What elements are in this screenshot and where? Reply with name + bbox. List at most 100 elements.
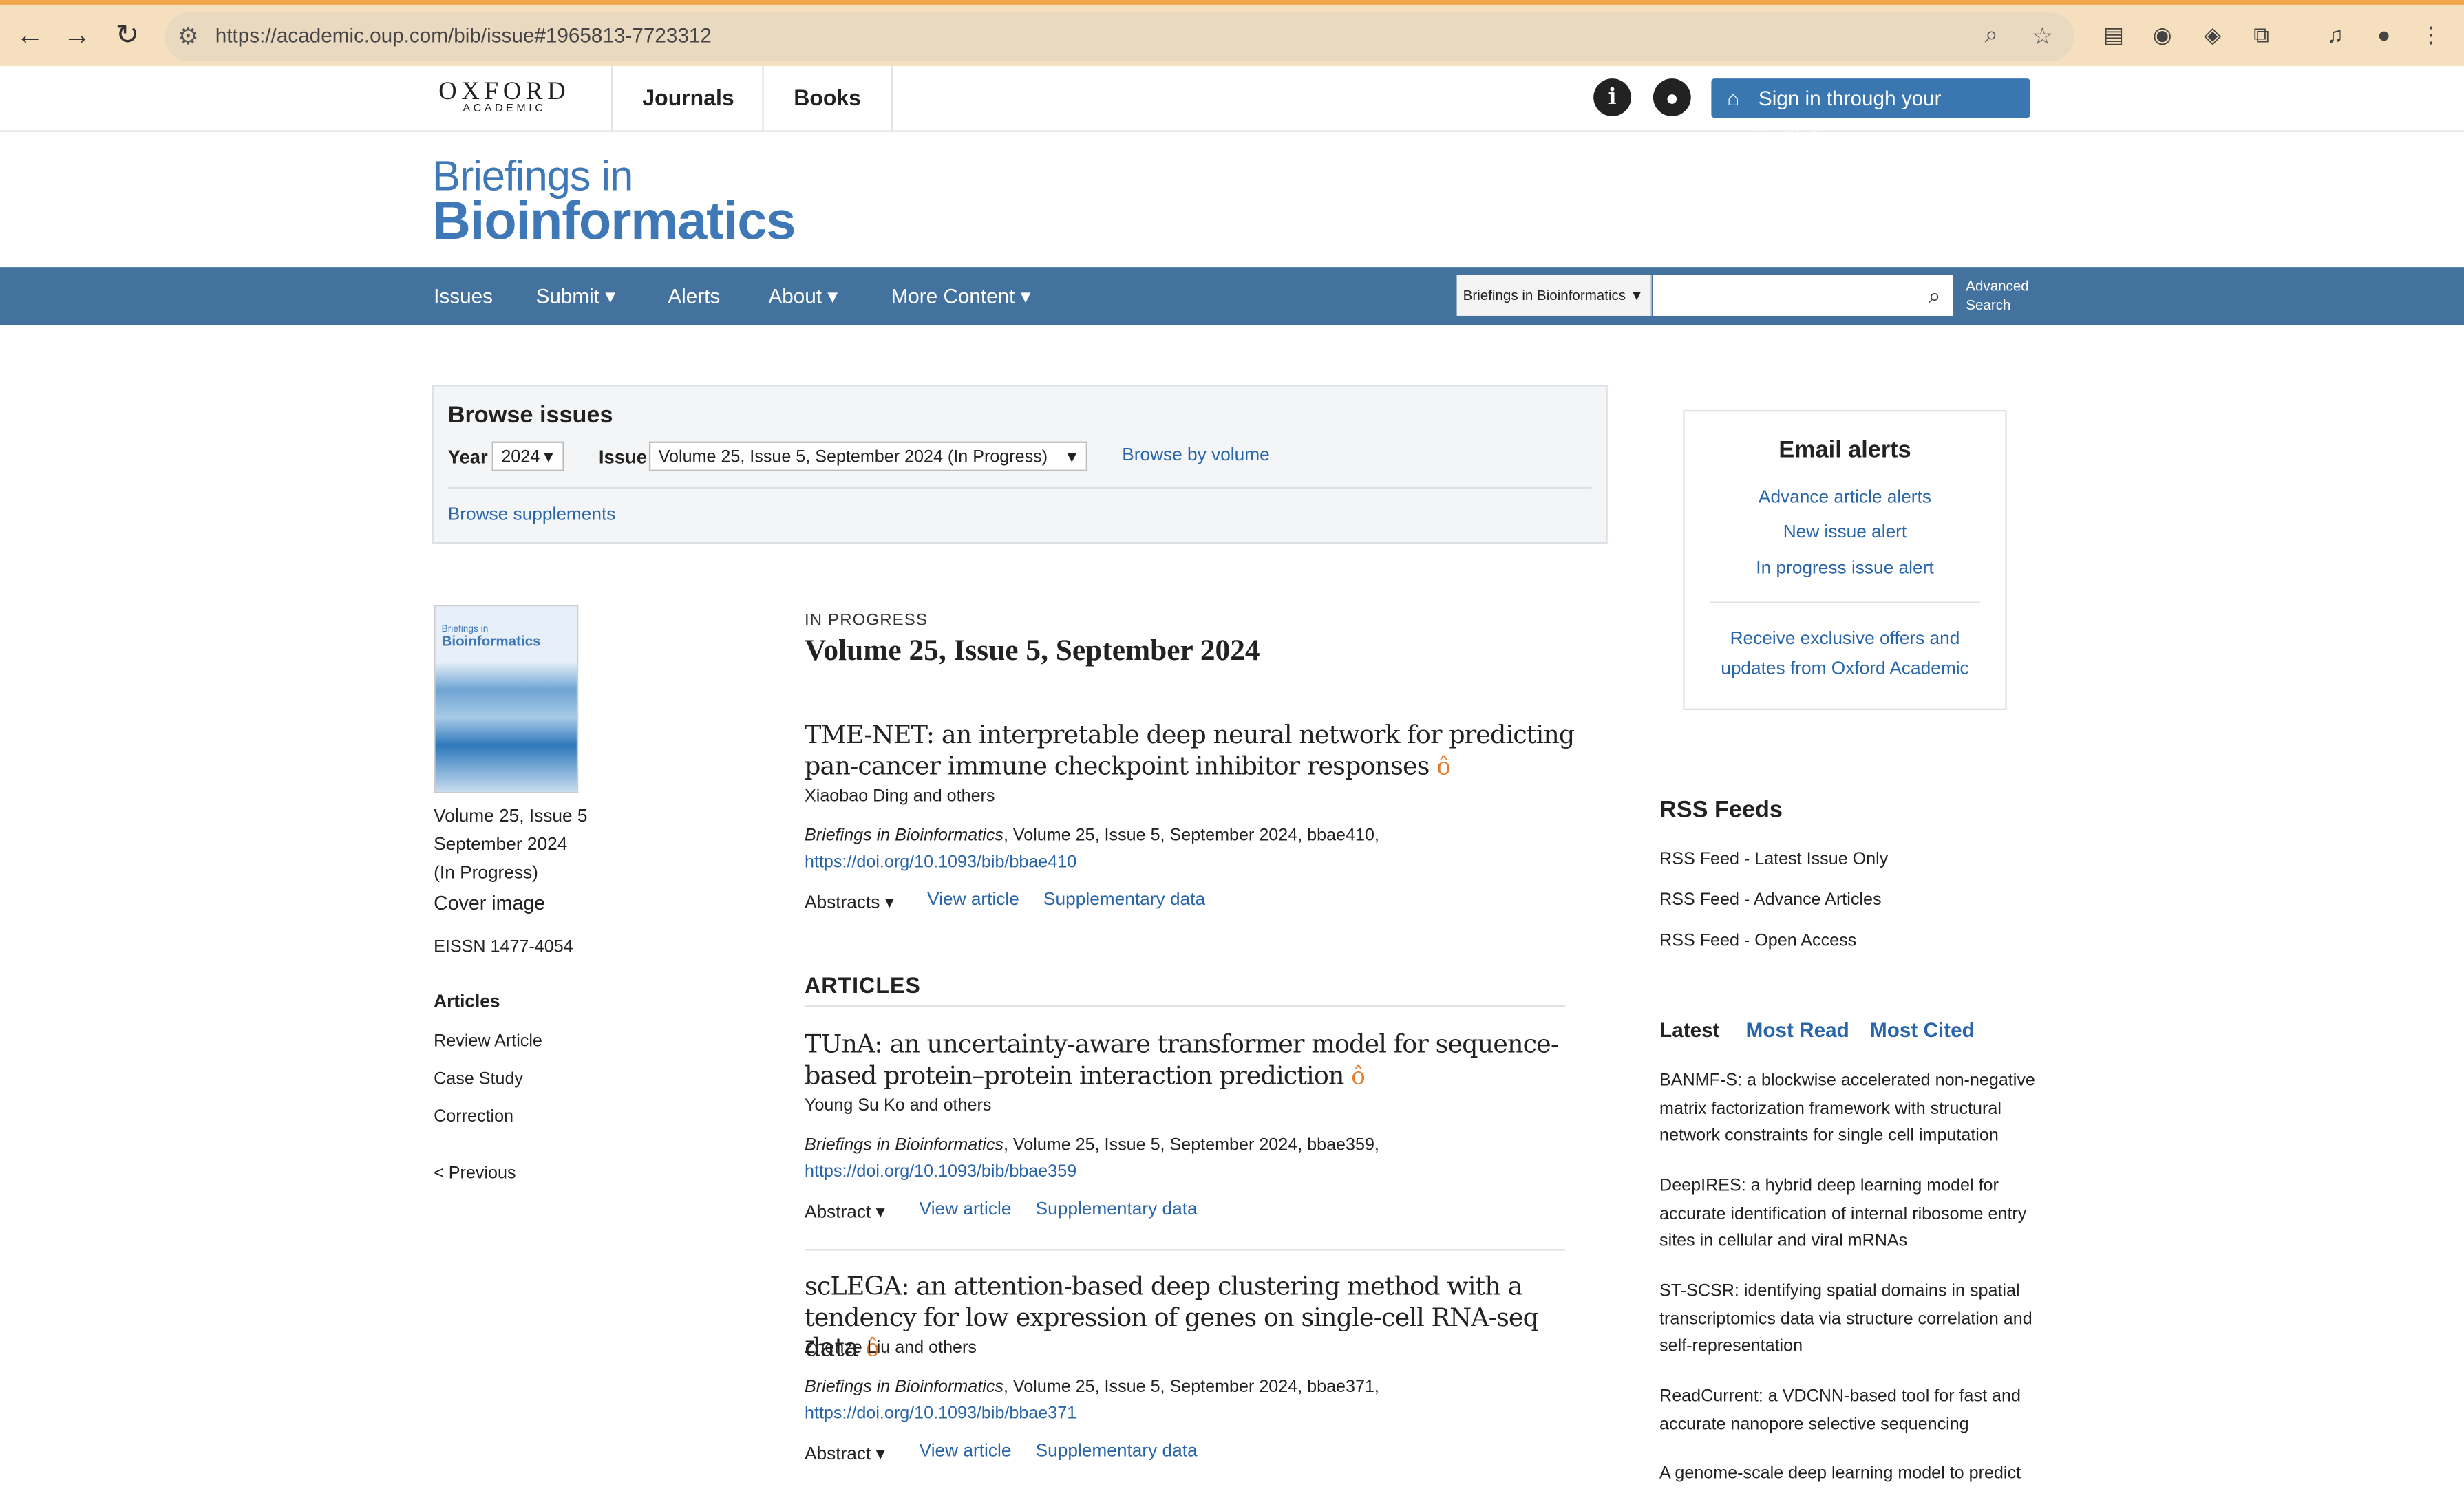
view-article-link[interactable]: View article <box>927 891 1019 910</box>
article-citation: Briefings in Bioinformatics, Volume 25, … <box>805 1133 1379 1186</box>
browse-by-volume-link[interactable]: Browse by volume <box>1122 446 1270 464</box>
article-authors: Xiaobao Ding and others <box>804 786 995 806</box>
previous-issue-link[interactable]: < Previous <box>434 1164 516 1183</box>
info-icon[interactable]: i <box>1593 78 1631 116</box>
dropdown-arrow-icon: ▼ <box>540 449 557 467</box>
latest-article-link[interactable]: A genome-scale deep learning model to pr… <box>1659 1461 2037 1488</box>
tab-latest[interactable]: Latest <box>1659 1018 1719 1042</box>
email-alerts-panel: Email alerts Advance article alerts New … <box>1683 409 2007 711</box>
site-info-icon[interactable]: ⚙ <box>178 22 199 50</box>
tab-journals[interactable]: Journals <box>611 65 763 131</box>
cover-title-big: Bioinformatics <box>441 633 541 649</box>
rss-latest-issue-link[interactable]: RSS Feed - Latest Issue Only <box>1659 850 1888 868</box>
extensions-puzzle-icon[interactable]: ⧉ <box>2247 21 2275 49</box>
year-select[interactable]: 2024 ▼ <box>491 441 564 471</box>
institution-bank-icon: ⌂ <box>1727 86 1740 110</box>
zoom-icon[interactable]: ⌕ <box>1985 22 1998 49</box>
profile-avatar-icon[interactable]: ● <box>2370 21 2398 49</box>
cover-title: Briefings in Bioinformatics <box>442 625 541 651</box>
grammarly-icon[interactable]: ◉ <box>2148 21 2176 49</box>
latest-article-link[interactable]: ReadCurrent: a VDCNN-based tool for fast… <box>1659 1384 2037 1439</box>
forward-arrow-icon[interactable]: → <box>60 17 94 52</box>
article-doi-link[interactable]: https://doi.org/10.1093/bib/bbae359 <box>805 1163 1076 1181</box>
search-scope-select[interactable]: Briefings in Bioinformatics ▼ <box>1456 275 1652 316</box>
rss-open-access-link[interactable]: RSS Feed - Open Access <box>1659 932 1856 950</box>
browser-toolbar: ← → ↻ ⚙ https://academic.oup.com/bib/iss… <box>0 0 2464 66</box>
sign-in-institution-button[interactable]: ⌂ Sign in through your institution <box>1711 78 2030 149</box>
article-authors: Zhenze Liu and others <box>804 1338 977 1358</box>
article-citation: Briefings in Bioinformatics, Volume 25, … <box>805 823 1379 877</box>
search-input[interactable] <box>1653 275 1954 316</box>
dropdown-arrow-icon: ▼ <box>1629 287 1644 303</box>
oxford-academic-logo[interactable]: OXFORD ACADEMIC <box>432 78 577 115</box>
article-doi-link[interactable]: https://doi.org/10.1093/bib/bbae410 <box>805 853 1076 872</box>
reload-icon[interactable]: ↻ <box>110 17 145 52</box>
browse-issues-panel: Browse issues Year 2024 ▼ Issue Volume 2… <box>432 385 1608 544</box>
nav-issues[interactable]: Issues <box>434 267 493 325</box>
media-control-icon[interactable]: ♫ <box>2321 21 2349 49</box>
abstract-toggle[interactable]: Abstract ▾ <box>805 1200 885 1222</box>
tab-books[interactable]: Books <box>762 65 893 131</box>
sidebar-item-correction[interactable]: Correction <box>434 1108 513 1126</box>
offers-line2: updates from Oxford Academic <box>1721 659 1969 679</box>
search-scope-value: Briefings in Bioinformatics <box>1463 287 1626 303</box>
sidebar-item-review-article[interactable]: Review Article <box>434 1032 542 1051</box>
latest-article-link[interactable]: ST-SCSR: identifying spatial domains in … <box>1659 1279 2037 1362</box>
nav-more-content[interactable]: More Content ▾ <box>891 267 1031 325</box>
latest-article-link[interactable]: BANMF-S: a blockwise accelerated non-neg… <box>1659 1069 2037 1152</box>
back-arrow-icon[interactable]: ← <box>12 17 47 52</box>
abstract-toggle[interactable]: Abstracts ▾ <box>805 891 894 912</box>
exclusive-offers-link[interactable]: Receive exclusive offers and updates fro… <box>1685 625 2006 685</box>
pdf-extension-icon[interactable]: ◈ <box>2198 21 2227 49</box>
bookmark-star-icon[interactable]: ☆ <box>2032 22 2053 50</box>
rss-advance-articles-link[interactable]: RSS Feed - Advance Articles <box>1659 891 1881 910</box>
address-bar[interactable]: ⚙ https://academic.oup.com/bib/issue#196… <box>164 12 2074 62</box>
supplementary-data-link[interactable]: Supplementary data <box>1036 1200 1198 1219</box>
view-article-link[interactable]: View article <box>920 1200 1012 1219</box>
page-title: Volume 25, Issue 5, September 2024 <box>804 634 1260 668</box>
cover-image-link[interactable]: Cover image <box>434 892 545 914</box>
issue-select[interactable]: Volume 25, Issue 5, September 2024 (In P… <box>648 441 1087 471</box>
supplementary-data-link[interactable]: Supplementary data <box>1036 1442 1198 1461</box>
browser-menu-icon[interactable]: ⋮ <box>2417 21 2445 49</box>
issue-status: (In Progress) <box>434 864 538 883</box>
open-access-icon: ô <box>1351 1061 1366 1090</box>
browse-supplements-link[interactable]: Browse supplements <box>448 506 616 524</box>
advanced-search-link[interactable]: Advanced Search <box>1966 277 2028 314</box>
url-text: https://academic.oup.com/bib/issue#19658… <box>215 23 712 47</box>
supplementary-data-link[interactable]: Supplementary data <box>1043 891 1205 910</box>
article-title-link[interactable]: TUnA: an uncertainty-aware transformer m… <box>805 1029 1575 1091</box>
document-extension-icon[interactable]: ▤ <box>2099 21 2127 49</box>
eissn: EISSN 1477-4054 <box>434 938 573 957</box>
issue-cover-image[interactable]: Briefings in Bioinformatics <box>434 605 579 794</box>
article-doi-link[interactable]: https://doi.org/10.1093/bib/bbae371 <box>805 1404 1076 1423</box>
in-progress-issue-alert-link[interactable]: In progress issue alert <box>1685 555 2006 584</box>
divider <box>804 1249 1566 1251</box>
search-icon[interactable]: ⌕ <box>1918 275 1952 316</box>
nav-about[interactable]: About ▾ <box>768 267 838 325</box>
article-title-link[interactable]: TME-NET: an interpretable deep neural ne… <box>805 720 1575 782</box>
advance-article-alerts-link[interactable]: Advance article alerts <box>1685 484 2006 513</box>
issue-select-value: Volume 25, Issue 5, September 2024 (In P… <box>658 447 1048 467</box>
nav-alerts[interactable]: Alerts <box>668 267 720 325</box>
open-access-icon: ô <box>1436 751 1451 780</box>
year-label: Year <box>447 446 488 469</box>
tab-most-cited[interactable]: Most Cited <box>1870 1018 1975 1042</box>
journal-logo-line2: Bioinformatics <box>432 191 796 252</box>
journal-logo[interactable]: Briefings in Bioinformatics <box>432 154 796 252</box>
sidebar-item-case-study[interactable]: Case Study <box>434 1070 523 1089</box>
sidebar-item-articles[interactable]: Articles <box>434 993 500 1011</box>
email-alerts-title: Email alerts <box>1778 436 1911 464</box>
new-issue-alert-link[interactable]: New issue alert <box>1685 518 2006 548</box>
account-icon[interactable]: ● <box>1653 78 1691 116</box>
abstract-toggle[interactable]: Abstract ▾ <box>805 1442 885 1464</box>
articles-section-heading: ARTICLES <box>804 972 921 998</box>
nav-submit[interactable]: Submit ▾ <box>536 267 616 325</box>
latest-article-link[interactable]: DeepIRES: a hybrid deep learning model f… <box>1659 1174 2037 1257</box>
divider <box>1710 601 1980 603</box>
citation-details: , Volume 25, Issue 5, September 2024, bb… <box>1003 826 1379 846</box>
article-title-text: TUnA: an uncertainty-aware transformer m… <box>804 1029 1559 1090</box>
tab-most-read[interactable]: Most Read <box>1746 1018 1849 1042</box>
article-authors: Young Su Ko and others <box>804 1096 992 1116</box>
view-article-link[interactable]: View article <box>920 1442 1012 1461</box>
